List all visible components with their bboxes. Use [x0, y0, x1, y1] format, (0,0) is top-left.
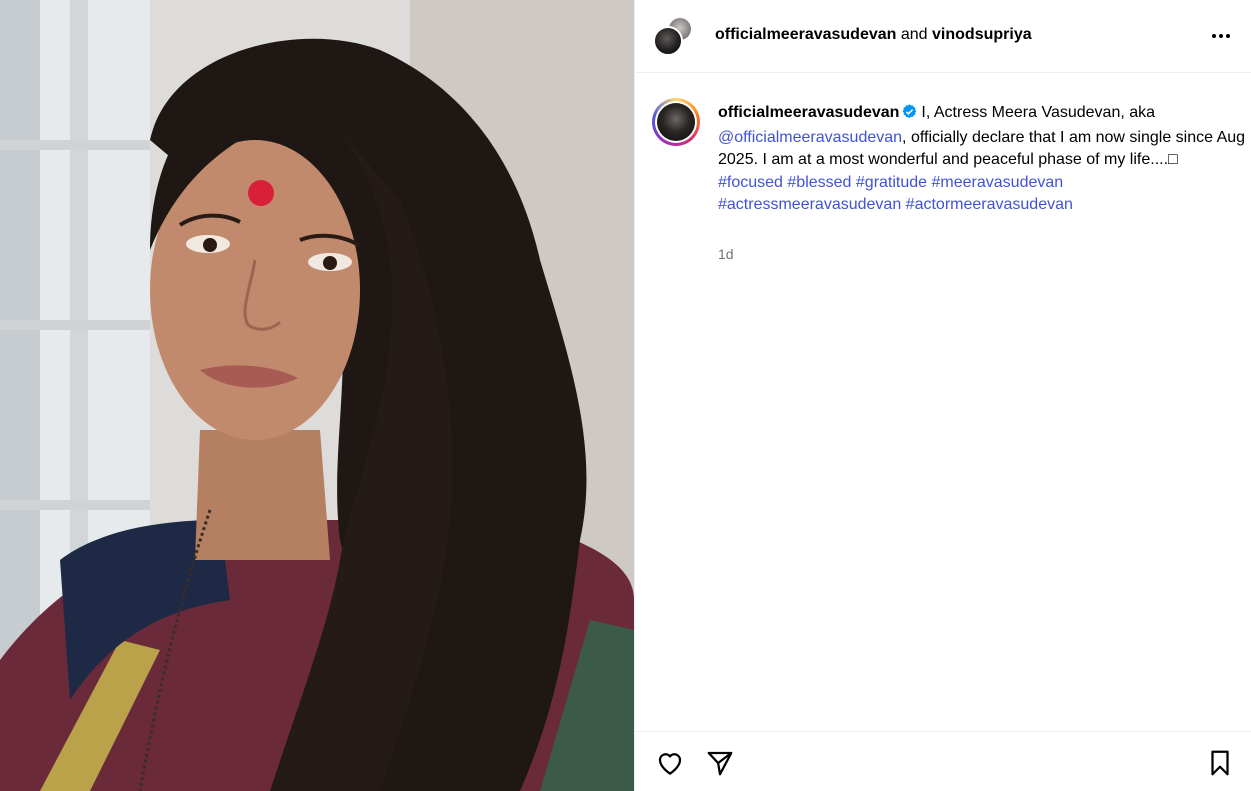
hashtag-actormeeravasudevan[interactable]: #actormeeravasudevan — [906, 196, 1073, 213]
caption-hashtags: #focused #blessed #gratitude #meeravasud… — [718, 172, 1248, 217]
post-view: officialmeeravasudevan and vinodsupriya … — [0, 0, 1251, 791]
caption-mention[interactable]: @officialmeeravasudevan — [718, 129, 902, 146]
post-header: officialmeeravasudevan and vinodsupriya — [635, 0, 1251, 73]
verified-badge-icon — [902, 104, 917, 127]
post-photo[interactable] — [0, 0, 634, 791]
caption-text-1: I, Actress Meera Vasudevan, aka — [921, 104, 1156, 121]
post-authors: officialmeeravasudevan and vinodsupriya — [715, 24, 1032, 46]
hashtag-blessed[interactable]: #blessed — [787, 174, 851, 191]
author-username[interactable]: officialmeeravasudevan — [715, 26, 896, 43]
caption-avatar[interactable] — [652, 98, 700, 146]
hashtag-gratitude[interactable]: #gratitude — [856, 174, 927, 191]
bookmark-icon[interactable] — [1205, 748, 1235, 778]
author-avatar[interactable] — [653, 26, 683, 56]
caption-text: officialmeeravasudevan I, Actress Meera V… — [718, 102, 1248, 217]
caption-username[interactable]: officialmeeravasudevan — [718, 104, 899, 121]
portrait-illustration — [0, 0, 634, 791]
hashtag-meeravasudevan[interactable]: #meeravasudevan — [932, 174, 1064, 191]
heart-icon[interactable] — [655, 748, 685, 778]
coauthor-username[interactable]: vinodsupriya — [932, 26, 1032, 43]
authors-joiner: and — [900, 26, 928, 43]
more-options-icon[interactable] — [1209, 24, 1233, 48]
post-actions — [635, 731, 1251, 791]
post-timestamp[interactable]: 1d — [718, 246, 734, 262]
collab-avatars[interactable] — [653, 16, 693, 58]
post-side-panel: officialmeeravasudevan and vinodsupriya … — [634, 0, 1251, 791]
hashtag-actressmeeravasudevan[interactable]: #actressmeeravasudevan — [718, 196, 901, 213]
hashtag-focused[interactable]: #focused — [718, 174, 783, 191]
send-icon[interactable] — [705, 748, 735, 778]
